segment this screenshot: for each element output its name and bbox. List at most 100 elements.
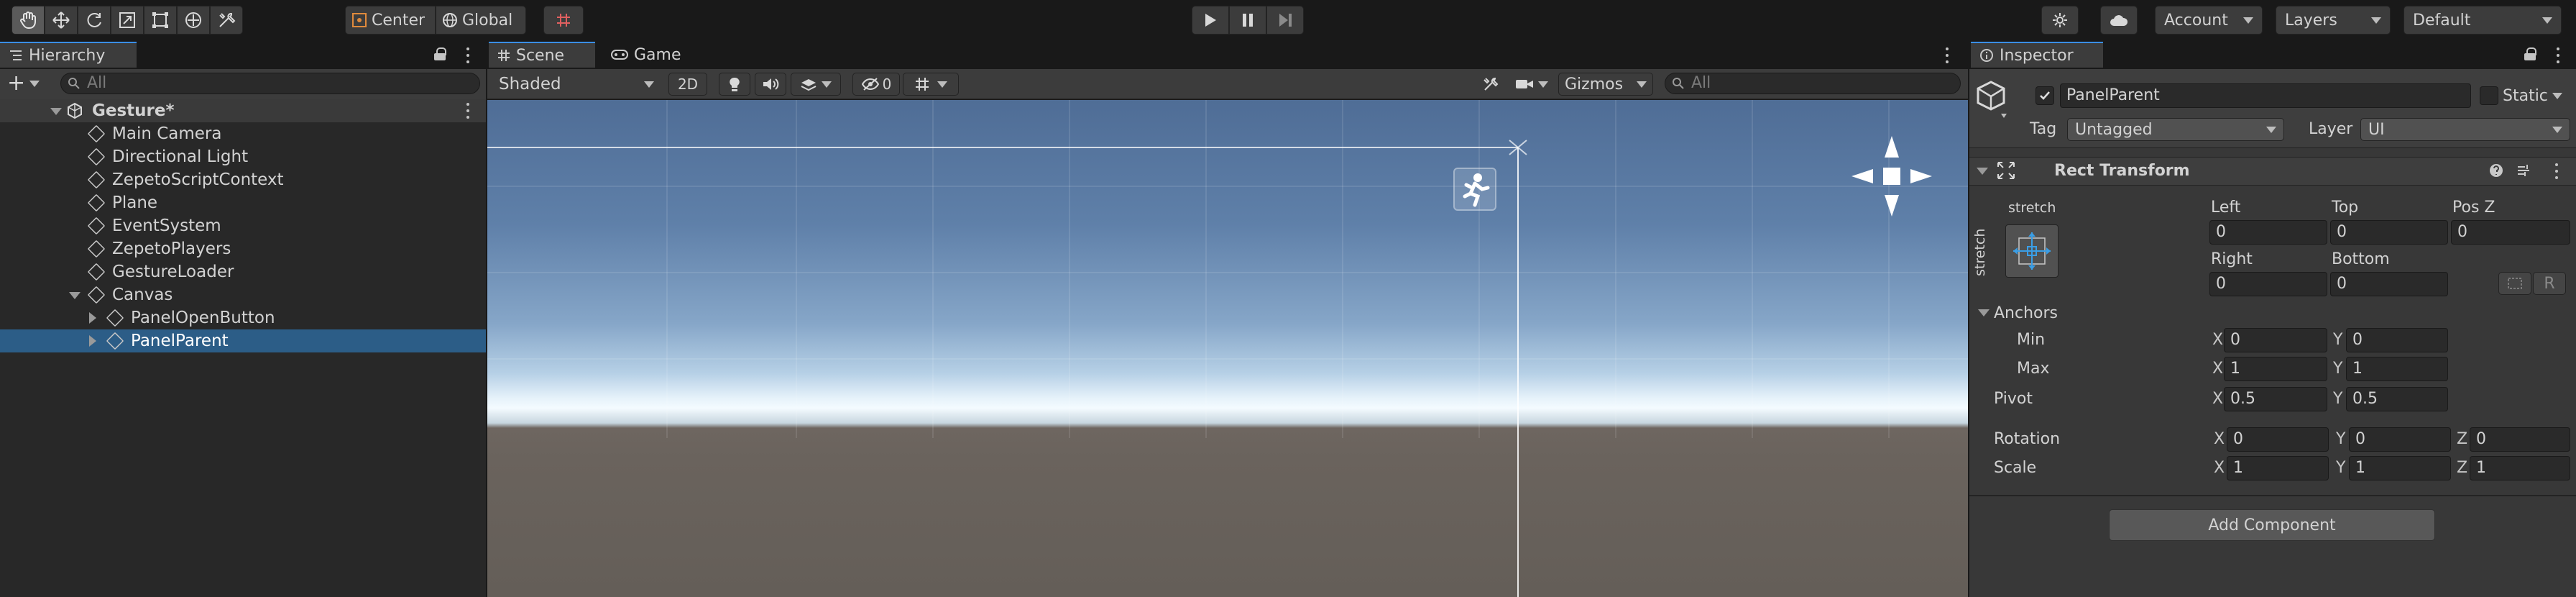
blueprint-mode-button[interactable] <box>2498 272 2531 295</box>
pivot-label: Pivot <box>1994 390 2033 408</box>
step-button[interactable] <box>1266 6 1304 35</box>
hierarchy-item-selected[interactable]: PanelParent <box>0 329 486 352</box>
hierarchy-item[interactable]: GestureLoader <box>0 260 486 283</box>
draw-mode-dropdown[interactable]: Shaded <box>493 72 660 96</box>
panel-divider[interactable] <box>1968 42 1969 597</box>
play-button[interactable] <box>1192 6 1229 35</box>
right-input[interactable]: 0 <box>2209 272 2327 296</box>
posz-input[interactable]: 0 <box>2451 220 2570 245</box>
gameobject-icon[interactable] <box>1975 79 2010 122</box>
hierarchy-item[interactable]: Plane <box>0 191 486 214</box>
gizmos-dropdown[interactable]: Gizmos <box>1558 73 1653 96</box>
static-checkbox[interactable] <box>2480 86 2498 105</box>
expand-icon[interactable] <box>1977 168 1988 175</box>
top-input[interactable]: 0 <box>2330 220 2448 245</box>
hierarchy-item[interactable]: ZepetoScriptContext <box>0 168 486 191</box>
pivot-toggle[interactable]: Center <box>345 6 436 35</box>
scale-tool-button[interactable] <box>111 6 144 35</box>
left-input[interactable]: 0 <box>2209 220 2327 245</box>
rotate-tool-button[interactable] <box>78 6 111 35</box>
account-dropdown[interactable]: Account <box>2155 6 2263 35</box>
tab-game[interactable]: Game <box>602 42 696 68</box>
object-name-input[interactable]: PanelParent <box>2060 83 2471 108</box>
rect-tool-button[interactable] <box>144 6 177 35</box>
move-tool-button[interactable] <box>45 6 78 35</box>
help-icon[interactable] <box>2488 163 2504 178</box>
cloud-button[interactable] <box>2100 6 2138 35</box>
create-button[interactable]: + <box>7 72 49 95</box>
hierarchy-item[interactable]: ZepetoPlayers <box>0 237 486 260</box>
raw-edit-button[interactable]: R <box>2533 272 2566 295</box>
tools-toggle[interactable] <box>1476 73 1505 96</box>
scale-x-input[interactable]: 1 <box>2227 456 2329 480</box>
more-icon[interactable] <box>466 47 470 63</box>
scene-grid <box>487 100 1968 597</box>
space-toggle[interactable]: Global <box>436 6 526 35</box>
min-x-input[interactable]: 0 <box>2224 328 2327 352</box>
hierarchy-item[interactable]: Canvas <box>0 283 486 306</box>
pivot-y-input[interactable]: 0.5 <box>2346 387 2448 411</box>
more-icon[interactable] <box>2556 47 2560 63</box>
tab-inspector[interactable]: Inspector <box>1971 42 2103 68</box>
lock-icon[interactable] <box>434 47 446 60</box>
scale-y-label: Y <box>2336 459 2346 477</box>
tab-hierarchy[interactable]: Hierarchy <box>0 42 137 68</box>
lighting-toggle[interactable] <box>719 73 750 96</box>
scale-y-input[interactable]: 1 <box>2349 456 2451 480</box>
bottom-input[interactable]: 0 <box>2330 272 2448 296</box>
item-label: EventSystem <box>112 217 221 235</box>
effects-toggle[interactable] <box>791 73 841 96</box>
max-x-input[interactable]: 1 <box>2224 357 2327 381</box>
scene-search-input[interactable]: All <box>1665 73 1961 94</box>
hierarchy-scene-row[interactable]: Gesture* <box>0 99 486 122</box>
camera-dropdown[interactable] <box>1509 73 1554 96</box>
anchor-preset-button[interactable] <box>2005 224 2058 278</box>
collapse-icon[interactable] <box>89 335 96 347</box>
transform-tool-button[interactable] <box>177 6 210 35</box>
pivot-x-input[interactable]: 0.5 <box>2224 387 2327 411</box>
event-system-gizmo[interactable] <box>1453 168 1496 211</box>
collapse-icon[interactable] <box>89 312 96 324</box>
rot-y-input[interactable]: 0 <box>2349 427 2451 452</box>
lock-icon[interactable] <box>2524 47 2536 60</box>
panel-divider[interactable] <box>486 42 487 597</box>
services-button[interactable] <box>2041 6 2079 35</box>
layer-dropdown[interactable]: UI <box>2360 118 2570 141</box>
more-icon[interactable] <box>466 103 470 119</box>
more-icon[interactable] <box>1945 47 1949 63</box>
add-component-button[interactable]: Add Component <box>2109 509 2435 541</box>
more-icon[interactable] <box>2554 163 2559 179</box>
scale-z-input[interactable]: 1 <box>2470 456 2570 480</box>
hierarchy-item[interactable]: PanelOpenButton <box>0 306 486 329</box>
audio-toggle[interactable] <box>755 73 786 96</box>
layout-dropdown[interactable]: Default <box>2404 6 2562 35</box>
scale-icon <box>119 12 135 28</box>
rot-x-label: X <box>2214 430 2225 448</box>
max-y-input[interactable]: 1 <box>2346 357 2448 381</box>
tab-scene[interactable]: Scene <box>489 42 595 68</box>
tag-dropdown[interactable]: Untagged <box>2067 118 2284 141</box>
2d-toggle[interactable]: 2D <box>668 73 707 96</box>
hidden-objects-toggle[interactable]: 0 <box>852 73 900 96</box>
min-y-input[interactable]: 0 <box>2346 328 2448 352</box>
layers-dropdown[interactable]: Layers <box>2276 6 2391 35</box>
preset-icon[interactable] <box>2516 163 2531 178</box>
hierarchy-item[interactable]: EventSystem <box>0 214 486 237</box>
rot-x-input[interactable]: 0 <box>2227 427 2329 452</box>
grid-snap-button[interactable] <box>543 6 584 35</box>
anchors-expand-icon[interactable] <box>1978 309 1990 316</box>
grid-toggle[interactable] <box>903 73 959 96</box>
orientation-gizmo[interactable] <box>1850 135 1933 218</box>
custom-tool-button[interactable] <box>210 6 243 35</box>
expand-icon[interactable] <box>69 292 80 299</box>
hierarchy-item[interactable]: Directional Light <box>0 145 486 168</box>
hand-tool-button[interactable] <box>12 6 45 35</box>
active-checkbox[interactable] <box>2036 86 2054 105</box>
scene-viewport[interactable] <box>487 100 1968 597</box>
expand-icon[interactable] <box>50 108 62 115</box>
static-dropdown[interactable]: Static <box>2503 85 2575 106</box>
rot-z-input[interactable]: 0 <box>2470 427 2570 452</box>
hierarchy-item[interactable]: Main Camera <box>0 122 486 145</box>
pause-button[interactable] <box>1229 6 1266 35</box>
hierarchy-search-input[interactable]: All <box>60 73 480 94</box>
